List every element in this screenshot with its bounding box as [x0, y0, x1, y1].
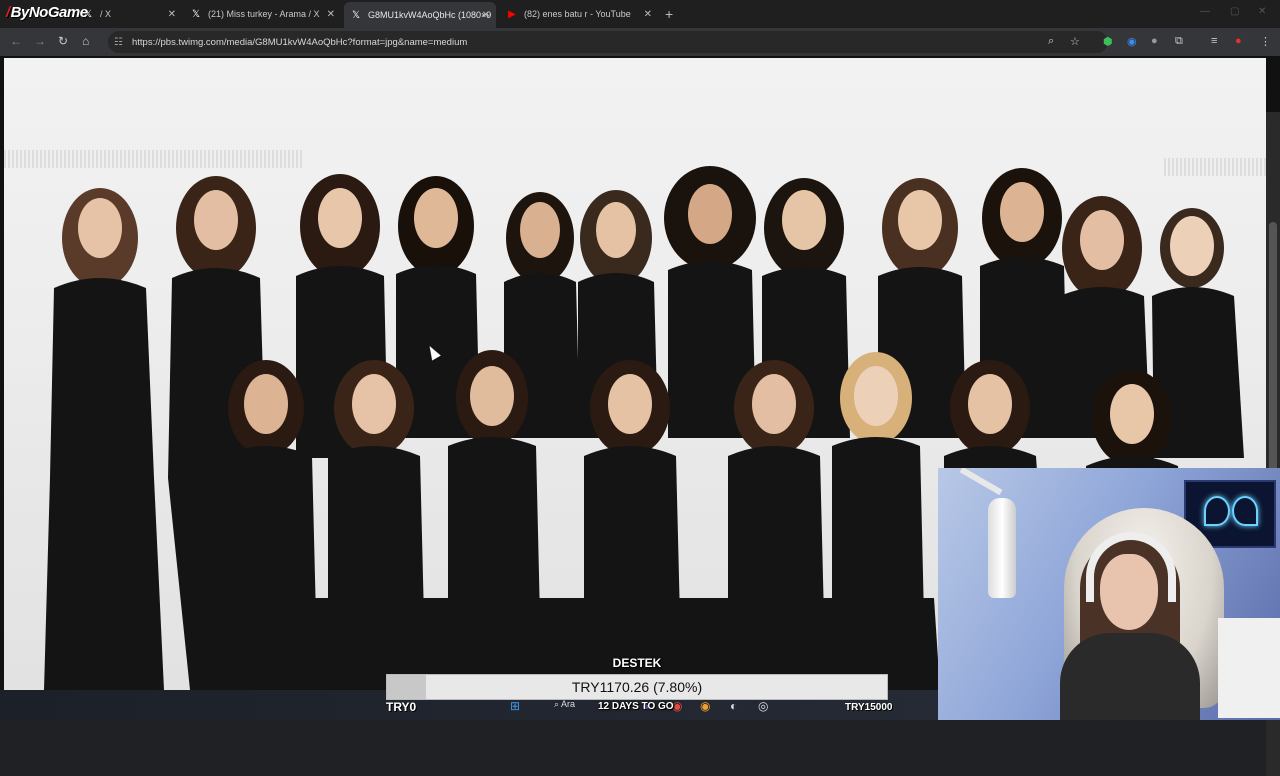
extension-icon-2[interactable]: ●: [1151, 35, 1158, 47]
taskbar-search[interactable]: ⌕ Ara: [554, 699, 575, 710]
close-window-button[interactable]: ✕: [1258, 6, 1266, 17]
reload-icon[interactable]: ↻: [58, 34, 68, 48]
close-tab-icon[interactable]: ✕: [327, 9, 335, 20]
home-icon[interactable]: ⌂: [82, 34, 89, 48]
tab-x-1[interactable]: 𝕏 / X ✕: [36, 4, 176, 24]
close-tab-icon[interactable]: ✕: [482, 10, 490, 21]
forward-arrow-icon[interactable]: →: [34, 34, 46, 48]
donation-progress-fill: [387, 675, 426, 699]
bookmark-star-icon[interactable]: ☆: [1070, 35, 1080, 48]
tab-miss-turkey-search[interactable]: 𝕏 (21) Miss turkey - Arama / X ✕: [190, 4, 335, 24]
goal-end-label: TRY15000: [845, 702, 893, 713]
donation-title: DESTEK: [612, 656, 662, 670]
new-tab-button[interactable]: +: [665, 6, 673, 22]
browser-toolbar: ← → ↻ ⌂ ☷ https://pbs.twimg.com/media/G8…: [0, 28, 1280, 56]
extension-icon[interactable]: ◉: [1127, 35, 1137, 48]
tab-youtube[interactable]: ▶ (82) enes batu r - YouTube ✕: [506, 4, 652, 24]
goal-start-label: TRY0: [386, 700, 417, 714]
mic-arm: [959, 468, 1003, 496]
close-tab-icon[interactable]: ✕: [644, 9, 652, 20]
minimize-button[interactable]: —: [1200, 6, 1210, 17]
donation-progress-bar: TRY1170.26 (7.80%): [386, 674, 888, 700]
countdown-label: 12 DAYS TO GO: [598, 701, 674, 712]
maximize-button[interactable]: ▢: [1230, 6, 1239, 17]
tab-image-active[interactable]: 𝕏 G8MU1kvW4AoQbHc (1080×9 ✕: [344, 2, 496, 28]
zoom-icon[interactable]: ⌕: [1048, 35, 1054, 48]
browser-tab-strip: /ByNoGame 𝕏 / X ✕ 𝕏 (21) Miss turkey - A…: [0, 0, 1280, 28]
youtube-icon: ▶: [508, 8, 516, 20]
donation-amount: TRY1170.26 (7.80%): [571, 679, 703, 695]
profile-avatar[interactable]: ●: [1235, 35, 1242, 47]
x-logo-icon: 𝕏: [83, 8, 93, 20]
windows-start-icon[interactable]: ⊞: [510, 699, 520, 713]
menu-kebab-icon[interactable]: ⋮: [1260, 35, 1271, 48]
desk-shelf: [1218, 618, 1280, 718]
x-logo-icon: 𝕏: [351, 9, 361, 21]
site-info-icon[interactable]: ☷: [114, 37, 128, 48]
app-icon-4[interactable]: ◎: [758, 699, 768, 713]
streamer-webcam: [938, 468, 1280, 720]
shield-extension-icon[interactable]: ⬢: [1103, 35, 1113, 48]
back-arrow-icon[interactable]: ←: [10, 34, 22, 48]
x-logo-icon: 𝕏: [191, 8, 201, 20]
streamer-body: [1060, 633, 1200, 720]
microphone-icon: [988, 498, 1016, 598]
address-bar[interactable]: ☷ https://pbs.twimg.com/media/G8MU1kvW4A…: [108, 31, 1108, 53]
app-icon-3[interactable]: ◐: [730, 699, 737, 713]
reading-list-icon[interactable]: ≡: [1211, 35, 1217, 47]
puzzle-extensions-icon[interactable]: ⧉: [1175, 35, 1183, 48]
close-tab-icon[interactable]: ✕: [168, 9, 176, 20]
app-icon-2[interactable]: ◉: [700, 699, 710, 713]
